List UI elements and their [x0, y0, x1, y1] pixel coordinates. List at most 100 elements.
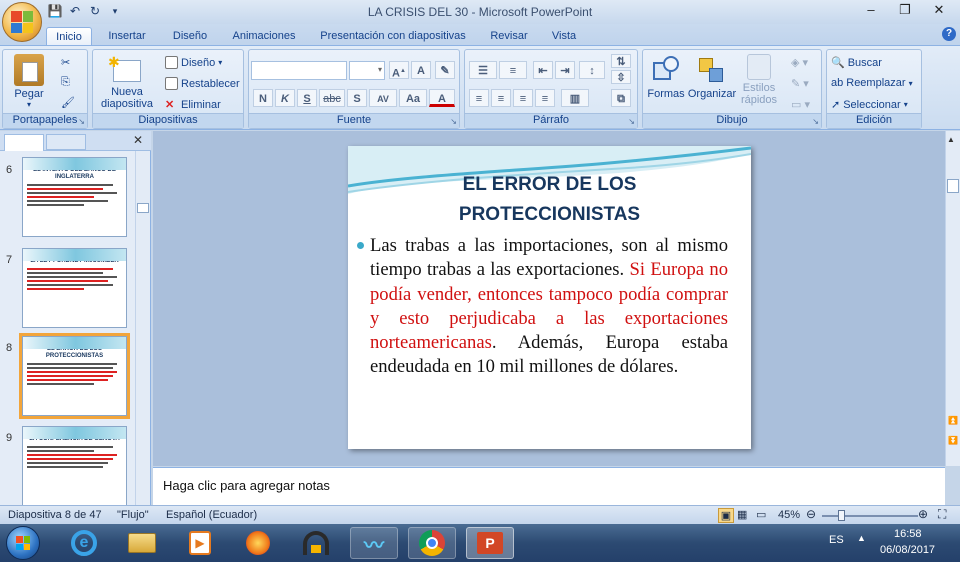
- scroll-up-icon[interactable]: ▲: [947, 135, 955, 144]
- next-slide-icon[interactable]: ⏬: [948, 436, 958, 445]
- save-icon[interactable]: 💾: [48, 4, 63, 18]
- slides-pane-scrollbar[interactable]: [135, 151, 150, 505]
- shrink-font-icon[interactable]: A: [411, 61, 431, 79]
- parrafo-launcher-icon[interactable]: ↘: [628, 117, 635, 126]
- close-pane-icon[interactable]: ✕: [133, 133, 143, 147]
- tab-presentacion[interactable]: Presentación con diapositivas: [312, 27, 474, 46]
- zoom-level[interactable]: 45%: [778, 509, 800, 521]
- normal-view-icon[interactable]: ▣: [718, 508, 734, 523]
- change-case-button[interactable]: Aa: [399, 89, 427, 107]
- slide-body-text[interactable]: Las trabas a las importaciones, son al m…: [357, 234, 728, 380]
- tab-diseno[interactable]: Diseño: [164, 27, 216, 46]
- zoom-in-icon[interactable]: ⊕: [918, 507, 928, 521]
- align-center-icon[interactable]: ≡: [491, 89, 511, 107]
- movie-maker-icon[interactable]: 〰: [350, 527, 398, 559]
- shape-effects-icon[interactable]: ▭ ▾: [791, 98, 810, 111]
- select-button[interactable]: ➚ Seleccionar ▾: [831, 98, 908, 112]
- prev-slide-icon[interactable]: ⏫: [948, 416, 958, 425]
- scroll-thumb[interactable]: [137, 203, 149, 213]
- language-indicator[interactable]: Español (Ecuador): [166, 509, 257, 521]
- align-right-icon[interactable]: ≡: [513, 89, 533, 107]
- dibujo-launcher-icon[interactable]: ↘: [812, 117, 819, 126]
- clock-time[interactable]: 16:58: [894, 528, 922, 540]
- redo-icon[interactable]: ↻: [88, 4, 102, 18]
- tab-animaciones[interactable]: Animaciones: [226, 27, 302, 46]
- font-name-combo[interactable]: [251, 61, 347, 80]
- minimize-button[interactable]: –: [862, 2, 880, 18]
- slide-title[interactable]: EL ERROR DE LOS PROTECCIONISTAS: [348, 170, 751, 230]
- layout-button[interactable]: Diseño ▾: [165, 56, 222, 69]
- powerpoint-taskbar-icon[interactable]: P: [466, 527, 514, 559]
- paste-button[interactable]: Pegar ▾: [9, 54, 49, 109]
- input-language[interactable]: ES: [829, 534, 844, 546]
- media-player-2-icon[interactable]: [234, 527, 282, 559]
- copy-icon[interactable]: ⎘: [61, 76, 70, 89]
- start-button[interactable]: [6, 526, 40, 560]
- shadow-button[interactable]: S: [347, 89, 367, 107]
- justify-icon[interactable]: ≡: [535, 89, 555, 107]
- portapapeles-launcher-icon[interactable]: ↘: [78, 117, 85, 126]
- clock-date[interactable]: 06/08/2017: [880, 544, 935, 556]
- close-button[interactable]: ✕: [930, 2, 948, 18]
- zoom-out-icon[interactable]: ⊖: [806, 507, 816, 521]
- slide-thumbnail[interactable]: LA CONFERENCIA DE GÉNOVA: [22, 426, 127, 506]
- shape-fill-icon[interactable]: ◈ ▾: [791, 56, 808, 69]
- chrome-icon[interactable]: [408, 527, 456, 559]
- font-size-combo[interactable]: ▾: [349, 61, 385, 80]
- clear-format-icon[interactable]: ✎: [435, 61, 455, 79]
- slide-sorter-icon[interactable]: ▦: [737, 508, 747, 521]
- customize-qat-icon[interactable]: ▾: [108, 4, 122, 18]
- show-hidden-icons-icon[interactable]: ▲: [857, 533, 866, 543]
- internet-explorer-icon[interactable]: e: [60, 527, 108, 559]
- zoom-slider[interactable]: [822, 510, 918, 521]
- slide-thumbnail[interactable]: LA LEY FORDNEY-McCUMBER: [22, 248, 127, 328]
- tab-revisar[interactable]: Revisar: [482, 27, 536, 46]
- italic-button[interactable]: K: [275, 89, 295, 107]
- decrease-indent-icon[interactable]: ⇤: [533, 61, 553, 79]
- smartart-icon[interactable]: ⧉: [611, 89, 631, 107]
- align-text-icon[interactable]: ⇳: [611, 70, 631, 84]
- shape-outline-icon[interactable]: ✎ ▾: [791, 77, 809, 90]
- shapes-button[interactable]: Formas: [647, 54, 685, 100]
- media-player-icon[interactable]: ▶: [176, 527, 224, 559]
- tab-insertar[interactable]: Insertar: [100, 27, 154, 46]
- text-direction-icon[interactable]: ⇅: [611, 54, 631, 68]
- tab-outline[interactable]: [46, 134, 86, 150]
- restore-button[interactable]: ❐: [896, 2, 914, 18]
- bullets-icon[interactable]: ☰: [469, 61, 497, 79]
- grow-font-icon[interactable]: A▲: [389, 61, 409, 80]
- bold-button[interactable]: N: [253, 89, 273, 107]
- underline-button[interactable]: S: [297, 89, 317, 107]
- tab-vista[interactable]: Vista: [544, 27, 584, 46]
- reset-button[interactable]: Restablecer: [165, 77, 240, 90]
- char-spacing-button[interactable]: AV: [369, 89, 397, 107]
- font-color-button[interactable]: A: [429, 89, 455, 107]
- undo-icon[interactable]: ↶: [68, 4, 82, 18]
- format-painter-icon[interactable]: 🖌: [61, 96, 75, 109]
- tab-slides[interactable]: [4, 134, 44, 151]
- quick-styles-button[interactable]: Estilos rápidos: [737, 54, 781, 106]
- cut-icon[interactable]: ✂: [61, 56, 70, 69]
- office-button[interactable]: [2, 2, 42, 42]
- zoom-slider-thumb[interactable]: [838, 510, 845, 521]
- align-left-icon[interactable]: ≡: [469, 89, 489, 107]
- scroll-thumb[interactable]: [947, 179, 959, 193]
- file-explorer-icon[interactable]: [118, 527, 166, 559]
- headphones-app-icon[interactable]: [292, 527, 340, 559]
- numbering-icon[interactable]: ≡: [499, 61, 527, 79]
- slide-thumbnail[interactable]: EL INTENTO DEL BANCO DE INGLATERRA: [22, 157, 127, 237]
- increase-indent-icon[interactable]: ⇥: [555, 61, 575, 79]
- columns-icon[interactable]: ▥: [561, 89, 589, 107]
- line-spacing-icon[interactable]: ↕: [579, 61, 605, 79]
- new-slide-button[interactable]: ✱ Nueva diapositiva: [97, 54, 157, 110]
- slide-thumbnail-selected[interactable]: EL ERROR DE LOS PROTECCIONISTAS: [19, 333, 130, 419]
- delete-slide-button[interactable]: ✕ Eliminar: [165, 98, 221, 112]
- fuente-launcher-icon[interactable]: ↘: [450, 117, 457, 126]
- notes-pane[interactable]: Haga clic para agregar notas: [153, 467, 945, 505]
- main-scrollbar[interactable]: ▲ ⏫ ⏬: [945, 131, 960, 466]
- tab-inicio[interactable]: Inicio: [46, 27, 92, 46]
- help-icon[interactable]: ?: [942, 27, 956, 41]
- strikethrough-button[interactable]: abc: [319, 89, 345, 107]
- find-button[interactable]: 🔍 Buscar: [831, 56, 882, 70]
- slideshow-icon[interactable]: ▭: [756, 508, 766, 521]
